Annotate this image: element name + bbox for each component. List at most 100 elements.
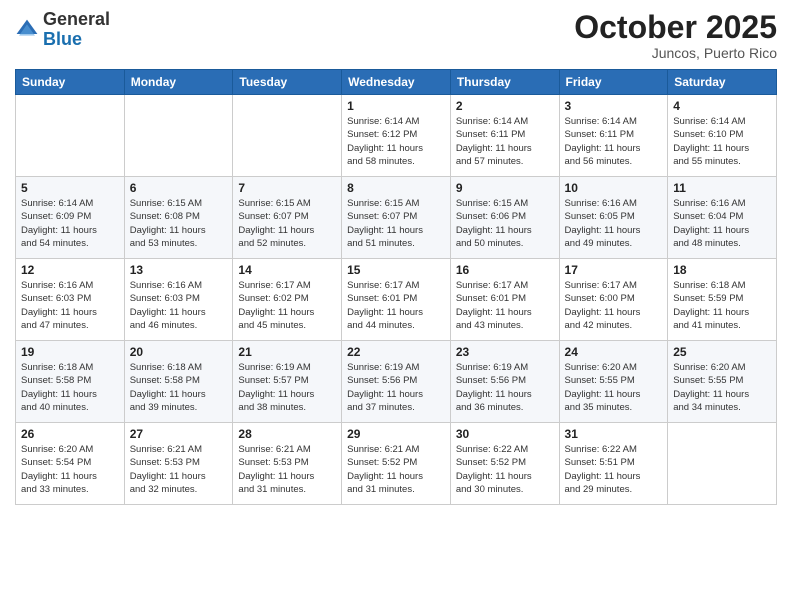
day-number: 10 — [565, 181, 663, 195]
day-number: 8 — [347, 181, 445, 195]
calendar: Sunday Monday Tuesday Wednesday Thursday… — [15, 69, 777, 505]
day-cell: 16 Sunrise: 6:17 AM Sunset: 6:01 PM Dayli… — [450, 259, 559, 341]
day-info: Sunrise: 6:16 AM Sunset: 6:04 PM Dayligh… — [673, 197, 771, 250]
day-number: 22 — [347, 345, 445, 359]
logo-blue: Blue — [43, 29, 82, 49]
day-number: 16 — [456, 263, 554, 277]
day-info: Sunrise: 6:17 AM Sunset: 6:01 PM Dayligh… — [456, 279, 554, 332]
day-cell: 27 Sunrise: 6:21 AM Sunset: 5:53 PM Dayli… — [124, 423, 233, 505]
col-tuesday: Tuesday — [233, 70, 342, 95]
title-block: October 2025 Juncos, Puerto Rico — [574, 10, 777, 61]
day-info: Sunrise: 6:17 AM Sunset: 6:00 PM Dayligh… — [565, 279, 663, 332]
day-number: 6 — [130, 181, 228, 195]
day-cell: 23 Sunrise: 6:19 AM Sunset: 5:56 PM Dayli… — [450, 341, 559, 423]
day-info: Sunrise: 6:14 AM Sunset: 6:11 PM Dayligh… — [456, 115, 554, 168]
day-number: 28 — [238, 427, 336, 441]
day-number: 17 — [565, 263, 663, 277]
week-row-5: 26 Sunrise: 6:20 AM Sunset: 5:54 PM Dayli… — [16, 423, 777, 505]
header: General Blue October 2025 Juncos, Puerto… — [15, 10, 777, 61]
day-info: Sunrise: 6:22 AM Sunset: 5:51 PM Dayligh… — [565, 443, 663, 496]
day-cell: 24 Sunrise: 6:20 AM Sunset: 5:55 PM Dayli… — [559, 341, 668, 423]
day-number: 21 — [238, 345, 336, 359]
day-cell: 30 Sunrise: 6:22 AM Sunset: 5:52 PM Dayli… — [450, 423, 559, 505]
day-number: 26 — [21, 427, 119, 441]
day-cell: 20Sunrise: 6:18 AM Sunset: 5:58 PM Dayli… — [124, 341, 233, 423]
day-cell: 18 Sunrise: 6:18 AM Sunset: 5:59 PM Dayli… — [668, 259, 777, 341]
day-cell: 13Sunrise: 6:16 AM Sunset: 6:03 PM Dayli… — [124, 259, 233, 341]
day-cell: 25 Sunrise: 6:20 AM Sunset: 5:55 PM Dayli… — [668, 341, 777, 423]
day-number: 31 — [565, 427, 663, 441]
col-thursday: Thursday — [450, 70, 559, 95]
week-row-2: 5 Sunrise: 6:14 AM Sunset: 6:09 PM Daylig… — [16, 177, 777, 259]
day-cell: 19 Sunrise: 6:18 AM Sunset: 5:58 PM Dayli… — [16, 341, 125, 423]
day-info: Sunrise: 6:19 AM Sunset: 5:57 PM Dayligh… — [238, 361, 336, 414]
day-cell: 11Sunrise: 6:16 AM Sunset: 6:04 PM Dayli… — [668, 177, 777, 259]
day-info: Sunrise: 6:14 AM Sunset: 6:11 PM Dayligh… — [565, 115, 663, 168]
page: General Blue October 2025 Juncos, Puerto… — [0, 0, 792, 612]
day-cell: 29 Sunrise: 6:21 AM Sunset: 5:52 PM Dayli… — [342, 423, 451, 505]
day-number: 19 — [21, 345, 119, 359]
day-info: Sunrise: 6:14 AM Sunset: 6:10 PM Dayligh… — [673, 115, 771, 168]
day-number: 12 — [21, 263, 119, 277]
month-title: October 2025 — [574, 10, 777, 45]
col-sunday: Sunday — [16, 70, 125, 95]
day-info: Sunrise: 6:17 AM Sunset: 6:02 PM Dayligh… — [238, 279, 336, 332]
col-monday: Monday — [124, 70, 233, 95]
day-info: Sunrise: 6:18 AM Sunset: 5:58 PM Dayligh… — [130, 361, 228, 414]
day-cell: 15Sunrise: 6:17 AM Sunset: 6:01 PM Dayli… — [342, 259, 451, 341]
day-cell: 14Sunrise: 6:17 AM Sunset: 6:02 PM Dayli… — [233, 259, 342, 341]
day-number: 2 — [456, 99, 554, 113]
day-info: Sunrise: 6:14 AM Sunset: 6:09 PM Dayligh… — [21, 197, 119, 250]
day-number: 25 — [673, 345, 771, 359]
day-info: Sunrise: 6:18 AM Sunset: 5:58 PM Dayligh… — [21, 361, 119, 414]
logo-general: General — [43, 9, 110, 29]
day-number: 27 — [130, 427, 228, 441]
day-info: Sunrise: 6:22 AM Sunset: 5:52 PM Dayligh… — [456, 443, 554, 496]
day-info: Sunrise: 6:16 AM Sunset: 6:03 PM Dayligh… — [21, 279, 119, 332]
day-number: 18 — [673, 263, 771, 277]
day-cell: 28Sunrise: 6:21 AM Sunset: 5:53 PM Dayli… — [233, 423, 342, 505]
day-cell: 5 Sunrise: 6:14 AM Sunset: 6:09 PM Daylig… — [16, 177, 125, 259]
day-number: 5 — [21, 181, 119, 195]
day-info: Sunrise: 6:21 AM Sunset: 5:53 PM Dayligh… — [130, 443, 228, 496]
logo-icon — [15, 18, 39, 42]
day-cell: 22 Sunrise: 6:19 AM Sunset: 5:56 PM Dayli… — [342, 341, 451, 423]
day-info: Sunrise: 6:14 AM Sunset: 6:12 PM Dayligh… — [347, 115, 445, 168]
day-cell — [124, 95, 233, 177]
day-cell: 1Sunrise: 6:14 AM Sunset: 6:12 PM Daylig… — [342, 95, 451, 177]
day-cell: 4Sunrise: 6:14 AM Sunset: 6:10 PM Daylig… — [668, 95, 777, 177]
day-info: Sunrise: 6:19 AM Sunset: 5:56 PM Dayligh… — [456, 361, 554, 414]
day-cell: 9 Sunrise: 6:15 AM Sunset: 6:06 PM Daylig… — [450, 177, 559, 259]
day-info: Sunrise: 6:20 AM Sunset: 5:55 PM Dayligh… — [673, 361, 771, 414]
day-info: Sunrise: 6:19 AM Sunset: 5:56 PM Dayligh… — [347, 361, 445, 414]
day-number: 24 — [565, 345, 663, 359]
day-info: Sunrise: 6:15 AM Sunset: 6:06 PM Dayligh… — [456, 197, 554, 250]
day-number: 7 — [238, 181, 336, 195]
day-info: Sunrise: 6:16 AM Sunset: 6:05 PM Dayligh… — [565, 197, 663, 250]
day-cell: 2 Sunrise: 6:14 AM Sunset: 6:11 PM Daylig… — [450, 95, 559, 177]
day-number: 30 — [456, 427, 554, 441]
day-info: Sunrise: 6:20 AM Sunset: 5:55 PM Dayligh… — [565, 361, 663, 414]
day-cell: 21 Sunrise: 6:19 AM Sunset: 5:57 PM Dayli… — [233, 341, 342, 423]
day-cell — [668, 423, 777, 505]
day-number: 29 — [347, 427, 445, 441]
day-info: Sunrise: 6:15 AM Sunset: 6:08 PM Dayligh… — [130, 197, 228, 250]
day-cell: 8Sunrise: 6:15 AM Sunset: 6:07 PM Daylig… — [342, 177, 451, 259]
week-row-3: 12 Sunrise: 6:16 AM Sunset: 6:03 PM Dayli… — [16, 259, 777, 341]
day-cell: 26 Sunrise: 6:20 AM Sunset: 5:54 PM Dayli… — [16, 423, 125, 505]
day-cell — [16, 95, 125, 177]
day-cell: 7Sunrise: 6:15 AM Sunset: 6:07 PM Daylig… — [233, 177, 342, 259]
day-number: 3 — [565, 99, 663, 113]
day-number: 23 — [456, 345, 554, 359]
day-info: Sunrise: 6:18 AM Sunset: 5:59 PM Dayligh… — [673, 279, 771, 332]
day-info: Sunrise: 6:21 AM Sunset: 5:52 PM Dayligh… — [347, 443, 445, 496]
day-info: Sunrise: 6:17 AM Sunset: 6:01 PM Dayligh… — [347, 279, 445, 332]
day-info: Sunrise: 6:20 AM Sunset: 5:54 PM Dayligh… — [21, 443, 119, 496]
logo: General Blue — [15, 10, 110, 50]
day-cell: 31 Sunrise: 6:22 AM Sunset: 5:51 PM Dayli… — [559, 423, 668, 505]
header-row: Sunday Monday Tuesday Wednesday Thursday… — [16, 70, 777, 95]
day-info: Sunrise: 6:16 AM Sunset: 6:03 PM Dayligh… — [130, 279, 228, 332]
day-number: 9 — [456, 181, 554, 195]
col-saturday: Saturday — [668, 70, 777, 95]
day-cell — [233, 95, 342, 177]
